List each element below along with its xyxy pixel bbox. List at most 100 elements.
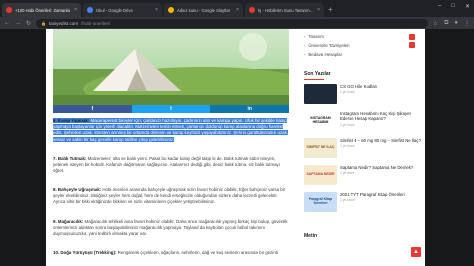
tab-bar: +100 Hobi Önerileri: Zamanla × Okul - Goog… bbox=[0, 0, 474, 17]
item-number: 8. bbox=[53, 187, 57, 192]
sidebar: › Tasarım › Üniversite Tavsiyeleri › Bedava H… bbox=[304, 29, 422, 239]
floating-share-button[interactable] bbox=[409, 42, 415, 48]
viewport: f t in 6. Kamp Yapmak: Maceraperest bire… bbox=[0, 29, 474, 266]
close-tab-icon[interactable]: × bbox=[317, 7, 320, 13]
category-link[interactable]: › Üniversite Tavsiyeleri bbox=[304, 41, 422, 50]
post-info: Saptama Nedir? Saptama Ne Demek? 1 yıl ön… bbox=[340, 165, 422, 175]
post-title[interactable]: Instagram Hesabımı Kaç Kişi Şikayet Eder… bbox=[340, 111, 422, 122]
post-thumbnail[interactable]: SAPTAMA NEDİR bbox=[304, 165, 337, 185]
recent-posts-list: CS GO Hile Kodları 1 yıl önce INSTAGRAM HE… bbox=[304, 84, 422, 219]
minimize-icon[interactable]: – bbox=[438, 3, 441, 10]
post-date: 1 yıl önce bbox=[340, 198, 355, 203]
browser-tab[interactable]: Adsız sunu - Google Slaytlar × bbox=[164, 3, 243, 17]
item-text: Maceraperest bireyler için, çantanızı ha… bbox=[53, 118, 289, 142]
item-number: 6. bbox=[53, 118, 57, 123]
metin-title: Metin bbox=[304, 233, 318, 239]
post-info: Instagram Hesabımı Kaç Kişi Şikayet Eder… bbox=[340, 111, 422, 127]
tab-label: Okul - Google Drive bbox=[96, 7, 133, 13]
category-menu: › Tasarım › Üniversite Tavsiyeleri › Bedava H… bbox=[304, 32, 422, 59]
tab-label: Adsız sunu - Google Slaytlar bbox=[177, 7, 231, 13]
section-underline bbox=[304, 79, 324, 80]
reload-icon[interactable]: ↻ bbox=[26, 20, 31, 27]
post-thumbnail[interactable]: INSTAGRAM HESABIM bbox=[304, 111, 337, 131]
new-tab-button[interactable]: + bbox=[328, 3, 333, 17]
scroll-to-top-button[interactable]: ▲ bbox=[411, 247, 421, 257]
post-thumbnail[interactable]: Paragraf Kitap Önerileri bbox=[304, 192, 337, 212]
back-icon[interactable]: ← bbox=[4, 20, 10, 26]
recent-post[interactable]: SİMFİST NE İLAÇ Simfist 4 – 60 mg 80 mg –… bbox=[304, 138, 422, 165]
floating-share-button[interactable] bbox=[409, 34, 415, 40]
share-facebook-button[interactable]: f bbox=[53, 105, 132, 113]
lock-icon: 🔒 bbox=[41, 20, 47, 26]
url-host: taxiyedist.com bbox=[49, 20, 79, 26]
close-tab-icon[interactable]: × bbox=[155, 7, 158, 13]
chevron-right-icon: › bbox=[304, 34, 306, 39]
browser-tab[interactable]: Okul - Google Drive × bbox=[83, 3, 162, 17]
browser-tab[interactable]: +100 Hobi Önerileri: Zamanla × bbox=[2, 3, 81, 17]
paragraph-bahce: 8. Bahçeyle Uğraşmak: Hobi önerileri ara… bbox=[53, 187, 289, 206]
recent-post[interactable]: INSTAGRAM HESABIM Instagram Hesabımı Kaç … bbox=[304, 111, 422, 138]
item-number: 10. bbox=[53, 250, 60, 255]
web-page: f t in 6. Kamp Yapmak: Maceraperest bire… bbox=[46, 29, 425, 266]
recent-posts-title: Son Yazılar bbox=[304, 71, 331, 77]
post-title[interactable]: CS GO Hile Kodları bbox=[340, 84, 422, 89]
post-title[interactable]: 2021 TYT Paragraf Kitap Önerileri bbox=[340, 192, 422, 197]
item-heading: Mağaracılık: bbox=[57, 219, 84, 224]
tab-favicon-icon bbox=[168, 7, 174, 13]
camping-image bbox=[53, 29, 289, 105]
close-tab-icon[interactable]: × bbox=[236, 7, 239, 13]
recent-post[interactable]: Paragraf Kitap Önerileri 2021 TYT Paragra… bbox=[304, 192, 422, 219]
post-info: CS GO Hile Kodları 1 yıl önce bbox=[340, 84, 422, 94]
maximize-icon[interactable]: □ bbox=[451, 3, 455, 10]
item-text: Rengarenk çiçeklerin, ağaçların, nehirle… bbox=[117, 250, 278, 255]
item-heading: Kamp Yapmak: bbox=[57, 118, 90, 123]
category-link[interactable]: › Bedava Hesaplar bbox=[304, 50, 422, 59]
bookmark-star-icon[interactable]: ☆ bbox=[433, 20, 438, 27]
browser-tab[interactable]: İş - Hobilerim Sunu Tasarımı.pdf × bbox=[245, 3, 324, 17]
recent-post[interactable]: CS GO Hile Kodları 1 yıl önce bbox=[304, 84, 422, 111]
tab-favicon-icon bbox=[87, 7, 93, 13]
item-text: Mağaracılık tehlikeli ama favori hobiniz… bbox=[53, 219, 288, 237]
tab-label: İş - Hobilerim Sunu Tasarımı.pdf bbox=[258, 7, 315, 13]
chevron-right-icon: › bbox=[304, 52, 306, 57]
category-label: Tasarım bbox=[308, 34, 324, 39]
window-controls: – □ ✕ bbox=[438, 3, 470, 10]
post-date: 1 yıl önce bbox=[340, 122, 355, 127]
paragraph-trekking: 10. Doğa Yürüyüşü (Trekking): Rengarenk … bbox=[53, 250, 289, 256]
forward-icon[interactable]: → bbox=[15, 20, 21, 26]
tab-favicon-icon bbox=[6, 7, 12, 13]
post-title[interactable]: Simfist 4 – 60 mg 80 mg – Simfist Ne İla… bbox=[340, 138, 422, 143]
post-thumbnail[interactable]: SİMFİST NE İLAÇ bbox=[304, 138, 337, 158]
profile-icon[interactable]: ● bbox=[454, 20, 458, 27]
share-bar: f t in bbox=[53, 105, 290, 113]
category-label: Üniversite Tavsiyeleri bbox=[308, 43, 350, 48]
item-heading: Bahçeyle Uğraşmak: bbox=[57, 187, 102, 192]
item-heading: Balık Tutmak: bbox=[57, 156, 87, 161]
item-number: 9. bbox=[53, 219, 57, 224]
item-heading: Doğa Yürüyüşü (Trekking): bbox=[60, 250, 117, 255]
close-tab-icon[interactable]: × bbox=[74, 7, 77, 13]
post-date: 1 yıl önce bbox=[340, 90, 355, 95]
paragraph-kamp: 6. Kamp Yapmak: Maceraperest bireyler iç… bbox=[53, 118, 289, 143]
menu-icon[interactable]: ⋮ bbox=[464, 20, 470, 27]
address-bar-row: ← → ↻ 🔒 taxiyedist.com/hobi-onerileri/ ☆… bbox=[0, 17, 474, 29]
post-title[interactable]: Saptama Nedir? Saptama Ne Demek? bbox=[340, 165, 422, 170]
category-link[interactable]: › Tasarım bbox=[304, 32, 422, 41]
tab-favicon-icon bbox=[249, 7, 255, 13]
address-bar[interactable]: 🔒 taxiyedist.com/hobi-onerileri/ bbox=[36, 18, 428, 28]
close-window-icon[interactable]: ✕ bbox=[465, 3, 470, 10]
share-linkedin-button[interactable]: in bbox=[210, 105, 290, 113]
share-twitter-button[interactable]: t bbox=[131, 105, 211, 113]
post-date: 1 yıl önce bbox=[340, 144, 355, 149]
post-info: 2021 TYT Paragraf Kitap Önerileri 1 yıl ö… bbox=[340, 192, 422, 202]
toolbar-icons: ☆ ⧉ ● ⋮ bbox=[433, 20, 470, 27]
url-path: /hobi-onerileri/ bbox=[81, 20, 111, 26]
recent-post[interactable]: SAPTAMA NEDİR Saptama Nedir? Saptama Ne D… bbox=[304, 165, 422, 192]
item-text: Malzemeler; olta ve balık yemi. Pakat bu… bbox=[53, 156, 280, 174]
post-date: 1 yıl önce bbox=[340, 171, 355, 176]
tab-strip: +100 Hobi Önerileri: Zamanla × Okul - Goog… bbox=[0, 0, 324, 17]
chevron-right-icon: › bbox=[304, 43, 306, 48]
post-thumbnail[interactable] bbox=[304, 84, 337, 104]
extensions-icon[interactable]: ⧉ bbox=[444, 20, 448, 27]
tab-label: +100 Hobi Önerileri: Zamanla bbox=[15, 7, 70, 13]
